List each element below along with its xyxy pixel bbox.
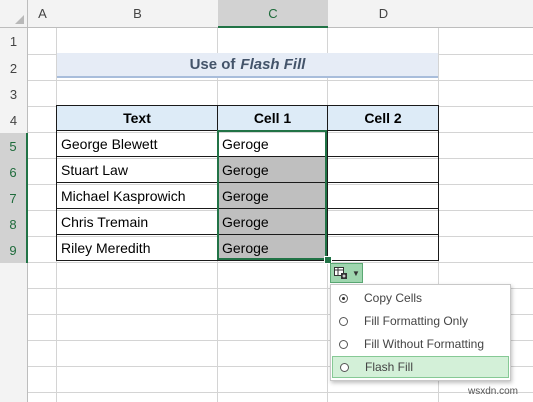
menu-item-label: Fill Formatting Only [364,314,469,328]
table-cell-cell2[interactable] [327,208,439,235]
table-header-cell1[interactable]: Cell 1 [217,105,328,131]
table-header-cell2[interactable]: Cell 2 [327,105,439,131]
table-cell-cell1[interactable]: Geroge [217,182,328,209]
table-cell-text[interactable]: Riley Meredith [56,234,218,261]
row-header-4[interactable]: 4 [0,107,28,133]
column-header-a[interactable]: A [28,0,57,28]
gridline [0,262,533,263]
column-header-e[interactable] [439,0,533,28]
menu-item-label: Fill Without Formatting [364,337,485,351]
auto-fill-options-menu: Copy Cells Fill Formatting Only Fill Wit… [330,284,511,381]
menu-item-copy-cells[interactable]: Copy Cells [332,287,509,309]
select-all-button[interactable] [0,0,28,28]
menu-item-fill-without-formatting[interactable]: Fill Without Formatting [332,333,509,355]
table-cell-cell1[interactable]: Geroge [217,208,328,235]
radio-icon[interactable] [339,339,348,349]
gridline [0,80,533,81]
row-header-11[interactable] [0,289,28,315]
sheet-title[interactable]: Use of Flash Fill [57,53,438,78]
table-cell-text[interactable]: Chris Tremain [56,208,218,235]
row-header-14[interactable] [0,367,28,393]
radio-icon[interactable] [340,362,349,372]
menu-item-flash-fill[interactable]: Flash Fill [332,356,509,378]
table-cell-cell1[interactable]: Geroge [217,156,328,183]
radio-selected-icon[interactable] [339,293,348,303]
column-header-d[interactable]: D [328,0,439,28]
table-cell-cell2[interactable] [327,182,439,209]
column-header-b[interactable]: B [57,0,218,28]
column-header-c[interactable]: C [218,0,328,28]
select-all-triangle-icon [15,15,24,24]
row-header-5[interactable]: 5 [0,133,28,159]
row-header-1[interactable]: 1 [0,28,28,55]
table-cell-cell1[interactable]: Geroge [217,234,328,261]
table-cell-cell2[interactable] [327,130,439,157]
title-emphasis: Flash Fill [240,56,306,73]
row-header-12[interactable] [0,315,28,341]
spreadsheet: A B C D 1 2 3 4 5 6 7 8 9 Use of Flash F… [0,0,533,402]
row-header-6[interactable]: 6 [0,159,28,185]
autofill-options-icon [334,266,347,279]
row-header-13[interactable] [0,341,28,367]
table-cell-text[interactable]: Stuart Law [56,156,218,183]
table-cell-text[interactable]: Michael Kasprowich [56,182,218,209]
row-header-15[interactable] [0,393,28,402]
row-header-2[interactable]: 2 [0,55,28,81]
radio-icon[interactable] [339,316,348,326]
table-cell-cell1[interactable]: Geroge [217,130,328,157]
watermark: wsxdn.com [468,386,519,397]
menu-item-label: Copy Cells [364,291,423,305]
row-header-9[interactable]: 9 [0,237,28,263]
gridline [0,392,533,393]
menu-item-label: Flash Fill [365,360,414,374]
menu-item-fill-formatting-only[interactable]: Fill Formatting Only [332,310,509,332]
table-cell-cell2[interactable] [327,234,439,261]
chevron-down-icon: ▼ [352,268,360,278]
row-header-8[interactable]: 8 [0,211,28,237]
title-prefix: Use of [189,56,236,73]
table-header-text[interactable]: Text [56,105,218,131]
table-cell-text[interactable]: George Blewett [56,130,218,157]
auto-fill-options-button[interactable]: ▼ [330,263,363,283]
table-cell-cell2[interactable] [327,156,439,183]
row-header-10[interactable] [0,263,28,289]
row-header-7[interactable]: 7 [0,185,28,211]
row-header-3[interactable]: 3 [0,81,28,107]
